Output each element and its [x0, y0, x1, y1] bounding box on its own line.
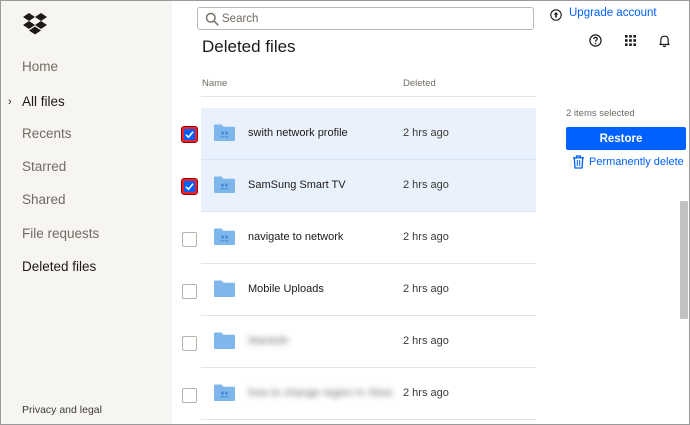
page-title: Deleted files	[202, 37, 296, 56]
deleted-time: 2 hrs ago	[403, 127, 449, 139]
row-checkbox[interactable]	[182, 232, 197, 247]
column-header-deleted[interactable]: Deleted	[403, 78, 436, 89]
file-name[interactable]: how to change region in Xbox	[248, 387, 393, 399]
restore-button[interactable]: Restore	[566, 127, 686, 150]
sidebar-item-starred[interactable]: Starred	[22, 159, 66, 174]
column-header-name[interactable]: Name	[202, 78, 227, 89]
trash-icon	[573, 155, 584, 169]
help-icon[interactable]	[589, 34, 602, 47]
table-row[interactable]: Mobile Uploads 2 hrs ago	[201, 264, 536, 316]
row-checkbox[interactable]	[182, 336, 197, 351]
shared-folder-icon	[214, 124, 235, 141]
search-input[interactable]	[222, 11, 522, 27]
dropbox-logo-icon[interactable]	[23, 13, 47, 35]
folder-icon	[214, 332, 235, 349]
upgrade-account-link[interactable]: Upgrade account	[569, 7, 657, 19]
privacy-legal-link[interactable]: Privacy and legal	[22, 404, 102, 416]
file-name[interactable]: SamSung Smart TV	[248, 179, 346, 191]
deleted-time: 2 hrs ago	[403, 387, 449, 399]
selection-count: 2 items selected	[566, 108, 635, 119]
file-name[interactable]: Wantoth	[248, 335, 289, 347]
check-icon	[185, 131, 194, 139]
folder-icon	[214, 280, 235, 297]
bell-icon[interactable]	[658, 34, 671, 48]
table-row[interactable]: swith network profile 2 hrs ago	[201, 108, 536, 160]
row-checkbox[interactable]	[182, 284, 197, 299]
file-name[interactable]: swith network profile	[248, 127, 348, 139]
permanently-delete-label: Permanently delete	[589, 156, 684, 168]
shared-folder-icon	[214, 384, 235, 401]
sidebar-item-file-requests[interactable]: File requests	[22, 226, 99, 241]
deleted-time: 2 hrs ago	[403, 283, 449, 295]
table-row[interactable]: navigate to network 2 hrs ago	[201, 212, 536, 264]
table-row[interactable]: SamSung Smart TV 2 hrs ago	[201, 160, 536, 212]
apps-grid-icon[interactable]	[624, 34, 637, 47]
file-name[interactable]: Mobile Uploads	[248, 283, 324, 295]
sidebar-item-shared[interactable]: Shared	[22, 192, 66, 207]
deleted-time: 2 hrs ago	[403, 335, 449, 347]
deleted-time: 2 hrs ago	[403, 179, 449, 191]
search-icon	[205, 12, 219, 26]
arrow-up-circle-icon[interactable]	[550, 9, 562, 21]
app-window: › Home All files Recents Starred Shared …	[0, 0, 690, 425]
table-row[interactable]: Wantoth 2 hrs ago	[201, 316, 536, 368]
sidebar-item-all-files[interactable]: All files	[22, 94, 65, 109]
sidebar: › Home All files Recents Starred Shared …	[1, 1, 172, 424]
scrollbar-thumb[interactable]	[680, 201, 688, 319]
check-icon	[185, 183, 194, 191]
sidebar-item-recents[interactable]: Recents	[22, 126, 72, 141]
sidebar-item-deleted-files[interactable]: Deleted files	[22, 259, 96, 274]
header-divider	[201, 96, 536, 97]
shared-folder-icon	[214, 228, 235, 245]
table-row[interactable]: how to change region in Xbox 2 hrs ago	[201, 368, 536, 420]
file-name[interactable]: navigate to network	[248, 231, 343, 243]
sidebar-item-home[interactable]: Home	[22, 59, 58, 74]
chevron-right-icon[interactable]: ›	[8, 96, 12, 108]
deleted-time: 2 hrs ago	[403, 231, 449, 243]
row-checkbox[interactable]	[182, 388, 197, 403]
search-box	[197, 7, 534, 30]
row-checkbox[interactable]	[181, 126, 198, 143]
shared-folder-icon	[214, 176, 235, 193]
row-checkbox[interactable]	[181, 178, 198, 195]
